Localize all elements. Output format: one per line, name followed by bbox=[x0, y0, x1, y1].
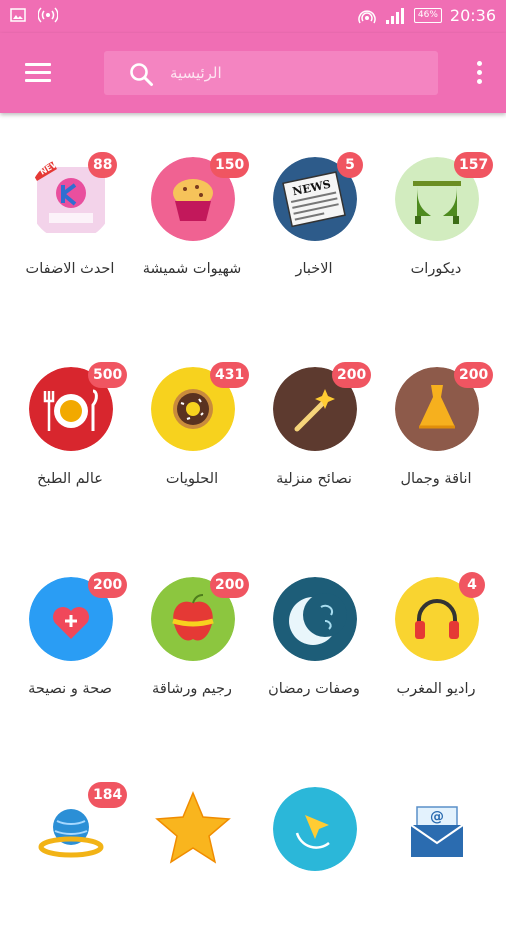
count-badge: 200 bbox=[88, 572, 128, 598]
count-badge: 150 bbox=[210, 152, 250, 178]
count-badge: 500 bbox=[88, 362, 128, 388]
search-icon[interactable] bbox=[128, 61, 154, 87]
category-tile[interactable] bbox=[252, 743, 376, 933]
clock: 20:36 bbox=[449, 6, 496, 25]
category-label: احدث الاضفات bbox=[25, 261, 115, 277]
count-badge: 5 bbox=[337, 152, 363, 178]
svg-text:@: @ bbox=[430, 809, 444, 825]
category-label: شهيوات شميشة bbox=[142, 261, 242, 277]
search-input[interactable]: الرئيسية bbox=[170, 51, 222, 95]
status-bar: 46% 20:36 bbox=[0, 0, 506, 33]
hamburger-icon[interactable] bbox=[22, 60, 54, 86]
battery-icon: 46% bbox=[413, 8, 442, 23]
category-tile[interactable]: 200 رجيم ورشاقة bbox=[130, 533, 254, 723]
category-label: راديو المغرب bbox=[396, 681, 476, 697]
category-label: صحة و نصيحة bbox=[28, 681, 112, 697]
count-badge: 200 bbox=[332, 362, 372, 388]
category-label: عالم الطبخ bbox=[37, 471, 103, 487]
category-tile[interactable]: 431 الحلويات bbox=[130, 323, 254, 513]
category-label: اناقة وجمال bbox=[400, 471, 472, 487]
signal-icon bbox=[385, 7, 404, 24]
category-tile[interactable]: 184 bbox=[8, 743, 132, 933]
crescent-icon bbox=[273, 577, 357, 661]
category-tile[interactable]: وصفات رمضان bbox=[252, 533, 376, 723]
category-label: الحلويات bbox=[165, 471, 219, 487]
category-tile[interactable]: NEWS 5 الاخبار bbox=[252, 113, 376, 303]
hotspot-icon bbox=[358, 9, 376, 23]
category-tile[interactable]: 200 نصائح منزلية bbox=[252, 323, 376, 513]
app-bar: الرئيسية bbox=[0, 33, 506, 113]
category-tile[interactable]: 200 اناقة وجمال bbox=[374, 323, 498, 513]
broadcast-icon bbox=[38, 7, 58, 23]
category-tile[interactable]: 4 راديو المغرب bbox=[374, 533, 498, 723]
category-tile[interactable]: 157 ديكورات bbox=[374, 113, 498, 303]
count-badge: 157 bbox=[454, 152, 494, 178]
category-label: ديكورات bbox=[410, 261, 462, 277]
count-badge: 200 bbox=[210, 572, 250, 598]
count-badge: 200 bbox=[454, 362, 494, 388]
email-icon: @ bbox=[395, 787, 479, 871]
category-label: رجيم ورشاقة bbox=[152, 681, 232, 697]
category-tile[interactable]: 500 عالم الطبخ bbox=[8, 323, 132, 513]
category-tile[interactable]: 150 شهيوات شميشة bbox=[130, 113, 254, 303]
category-label: الاخبار bbox=[295, 261, 333, 277]
count-badge: 431 bbox=[210, 362, 250, 388]
more-vert-icon[interactable] bbox=[474, 61, 484, 87]
category-tile[interactable]: @ bbox=[374, 743, 498, 933]
count-badge: 4 bbox=[459, 572, 485, 598]
category-label: نصائح منزلية bbox=[276, 471, 352, 487]
cursor-icon bbox=[273, 787, 357, 871]
category-label: وصفات رمضان bbox=[268, 681, 360, 697]
category-tile[interactable] bbox=[130, 743, 254, 933]
count-badge: 88 bbox=[88, 152, 118, 178]
star-icon bbox=[151, 787, 235, 871]
category-tile[interactable]: 200 صحة و نصيحة bbox=[8, 533, 132, 723]
count-badge: 184 bbox=[88, 782, 128, 808]
image-icon bbox=[10, 8, 26, 22]
category-tile[interactable]: NEW 88 احدث الاضفات bbox=[8, 113, 132, 303]
search-bar[interactable]: الرئيسية bbox=[104, 51, 438, 95]
